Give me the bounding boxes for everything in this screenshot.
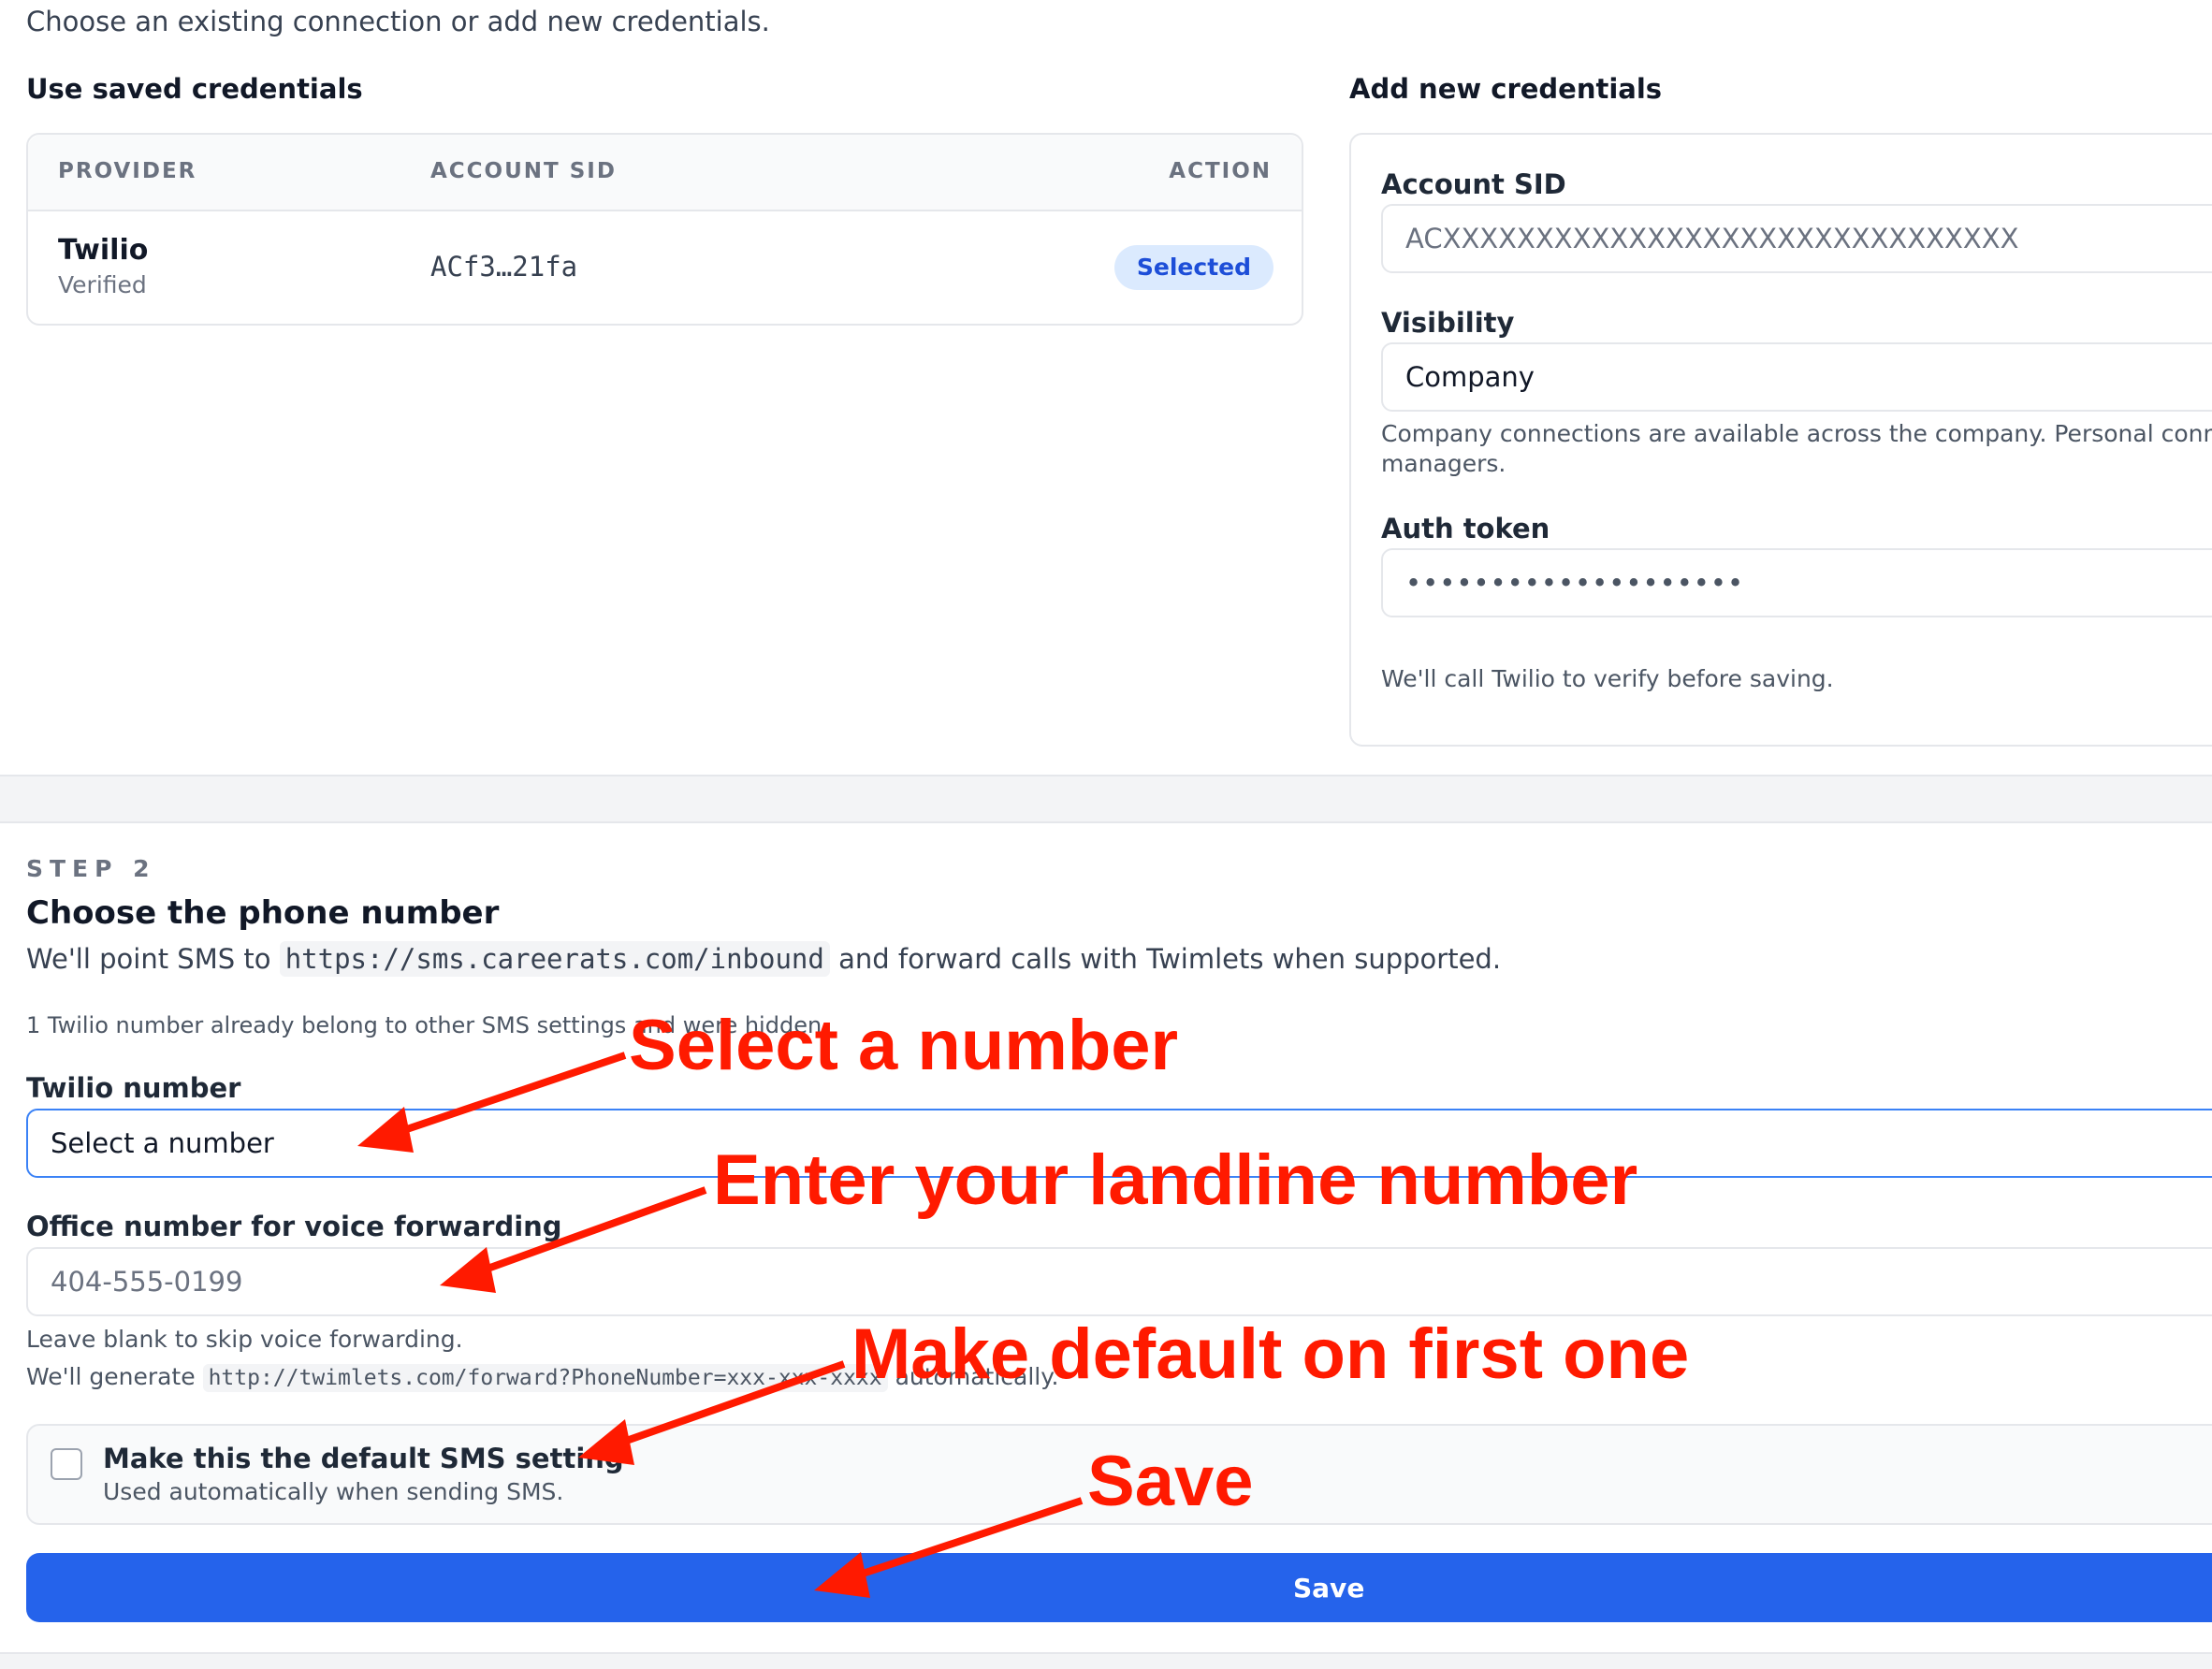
arrow-head-save — [814, 1552, 870, 1598]
arrow-head-make-default — [578, 1419, 634, 1465]
annotation-enter-landline: Enter your landline number — [713, 1140, 1638, 1220]
arrow-head-select-number — [357, 1107, 414, 1153]
annotation-arrows — [357, 1052, 1084, 1598]
arrow-select-number — [391, 1052, 627, 1138]
annotation-select-number: Select a number — [629, 1006, 1179, 1085]
arrow-save — [850, 1497, 1084, 1581]
arrow-enter-landline — [475, 1186, 707, 1276]
annotation-make-default: Make default on first one — [851, 1314, 1690, 1394]
annotation-save: Save — [1087, 1442, 1254, 1521]
arrow-head-enter-landline — [440, 1247, 496, 1293]
arrow-make-default — [614, 1360, 846, 1448]
